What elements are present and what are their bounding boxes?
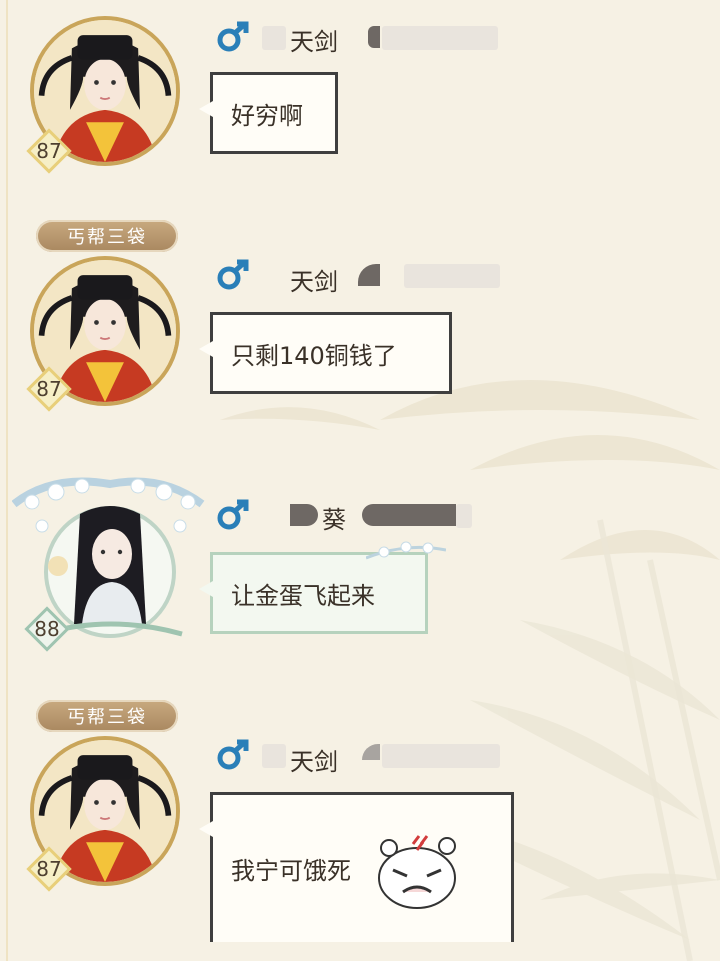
guild-title-badge: 丐帮三袋 [36, 700, 178, 732]
chat-text: 让金蛋飞起来 [231, 581, 375, 610]
player-name: 天剑 [290, 268, 338, 296]
male-symbol-icon [217, 739, 249, 770]
name-blur-left [262, 26, 286, 50]
male-symbol-icon [217, 499, 249, 530]
flower-branch-decoration [366, 541, 446, 560]
chat-text: 好穷啊 [231, 101, 303, 130]
name-fragment-mark [362, 504, 456, 526]
name-blur-right [404, 264, 500, 288]
name-fragment-mark [368, 26, 380, 48]
angry-face-sticker-icon [378, 834, 456, 909]
player-name: 天剑 [290, 28, 338, 56]
left-edge-line [6, 0, 8, 961]
name-blur-right [382, 26, 498, 50]
level-badge: 88 [24, 606, 70, 652]
name-blur-left [262, 744, 286, 768]
male-symbol-icon [217, 21, 249, 52]
name-blur-right [382, 744, 500, 768]
level-badge: 87 [26, 366, 72, 412]
name-blur-right [456, 504, 472, 528]
guild-title-badge: 丐帮三袋 [36, 220, 178, 252]
male-symbol-icon [217, 259, 249, 290]
chat-bubble: 只剩140铜钱了 [210, 312, 452, 394]
name-fragment-mark [290, 504, 318, 526]
chat-bubble: 我宁可饿死 [210, 792, 514, 942]
player-name: 葵 [322, 506, 346, 534]
chat-text: 我宁可饿死 [231, 857, 351, 885]
chat-bubble: 好穷啊 [210, 72, 338, 154]
player-name: 天剑 [290, 748, 338, 776]
chat-text: 只剩140铜钱了 [231, 341, 397, 370]
level-badge: 87 [26, 846, 72, 892]
level-badge: 87 [26, 128, 72, 174]
